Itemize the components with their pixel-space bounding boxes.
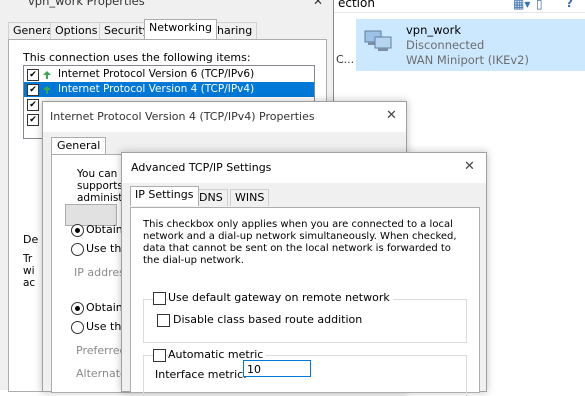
gateway-description: This checkbox only applies when you are … — [143, 219, 457, 266]
tab-wins[interactable]: WINS — [230, 189, 270, 206]
description-line: ac — [23, 277, 36, 289]
automatic-metric-checkbox[interactable] — [153, 349, 166, 362]
explorer-toolbar-label[interactable]: ection — [338, 0, 375, 10]
title-bar: Advanced TCP/IP Settings ✕ — [122, 153, 486, 183]
protocol-icon — [43, 86, 51, 94]
advanced-tcpip-dialog: Advanced TCP/IP Settings ✕ IP Settings D… — [121, 152, 487, 396]
close-icon[interactable]: ✕ — [313, 0, 323, 8]
protocol-icon — [43, 71, 51, 79]
tab-strip: IP Settings DNS WINS — [130, 186, 430, 207]
dialog-title: Advanced TCP/IP Settings — [131, 161, 272, 174]
list-item-selected[interactable]: ✔ Internet Protocol Version 4 (TCP/IPv4) — [24, 82, 314, 97]
vpn-connection-tile[interactable]: vpn_work Disconnected WAN Miniport (IKEv… — [356, 19, 585, 71]
use-dns-radio[interactable] — [71, 321, 84, 334]
description-line: Tr — [23, 253, 33, 265]
connection-status: Disconnected — [406, 38, 485, 52]
item-label: Internet Protocol Version 4 (TCP/IPv4) — [58, 83, 255, 95]
tab-networking[interactable]: Networking — [144, 19, 217, 39]
items-heading: This connection uses the following items… — [23, 51, 251, 64]
partial-column-label: C... — [336, 53, 355, 66]
use-default-gateway-label: Use default gateway on remote network — [168, 291, 393, 304]
item-checkbox[interactable]: ✔ — [27, 69, 39, 81]
dialog-title: vpn_work Properties — [28, 0, 145, 8]
obtain-ip-radio[interactable] — [71, 224, 84, 237]
disable-class-route-label: Disable class based route addition — [173, 313, 363, 326]
tab-ip-settings[interactable]: IP Settings — [130, 186, 199, 206]
item-checkbox[interactable]: ✔ — [27, 99, 39, 111]
use-default-gateway-checkbox[interactable] — [153, 292, 166, 305]
disable-class-route-checkbox[interactable] — [157, 314, 170, 327]
network-connection-icon — [364, 30, 392, 51]
connection-device: WAN Miniport (IKEv2) — [406, 53, 529, 67]
connection-name: vpn_work — [406, 23, 461, 37]
interface-metric-input[interactable]: 10 — [243, 360, 311, 377]
tab-general[interactable]: General — [51, 137, 107, 154]
close-icon[interactable]: ✕ — [386, 108, 397, 123]
item-checkbox[interactable]: ✔ — [27, 114, 39, 126]
interface-metric-label: Interface metric: — [155, 368, 247, 381]
description-label: De — [23, 233, 39, 246]
tab-dns[interactable]: DNS — [194, 189, 228, 206]
item-checkbox[interactable]: ✔ — [27, 84, 39, 96]
obtain-dns-radio[interactable] — [71, 302, 84, 315]
use-ip-radio[interactable] — [71, 243, 84, 256]
description-line: wi — [23, 265, 35, 277]
item-label: Internet Protocol Version 6 (TCP/IPv6) — [58, 68, 255, 80]
view-options-icon[interactable]: ▦▾ — [513, 0, 530, 11]
tab-options[interactable]: Options — [50, 22, 103, 39]
preview-pane-icon[interactable]: ▯ — [536, 0, 543, 11]
close-icon[interactable]: ✕ — [464, 159, 475, 174]
dialog-title: Internet Protocol Version 4 (TCP/IPv4) P… — [50, 110, 315, 123]
help-icon[interactable]: ? — [566, 0, 573, 10]
list-item[interactable]: ✔ Internet Protocol Version 6 (TCP/IPv6) — [24, 67, 314, 82]
title-bar: Internet Protocol Version 4 (TCP/IPv4) P… — [43, 102, 406, 132]
